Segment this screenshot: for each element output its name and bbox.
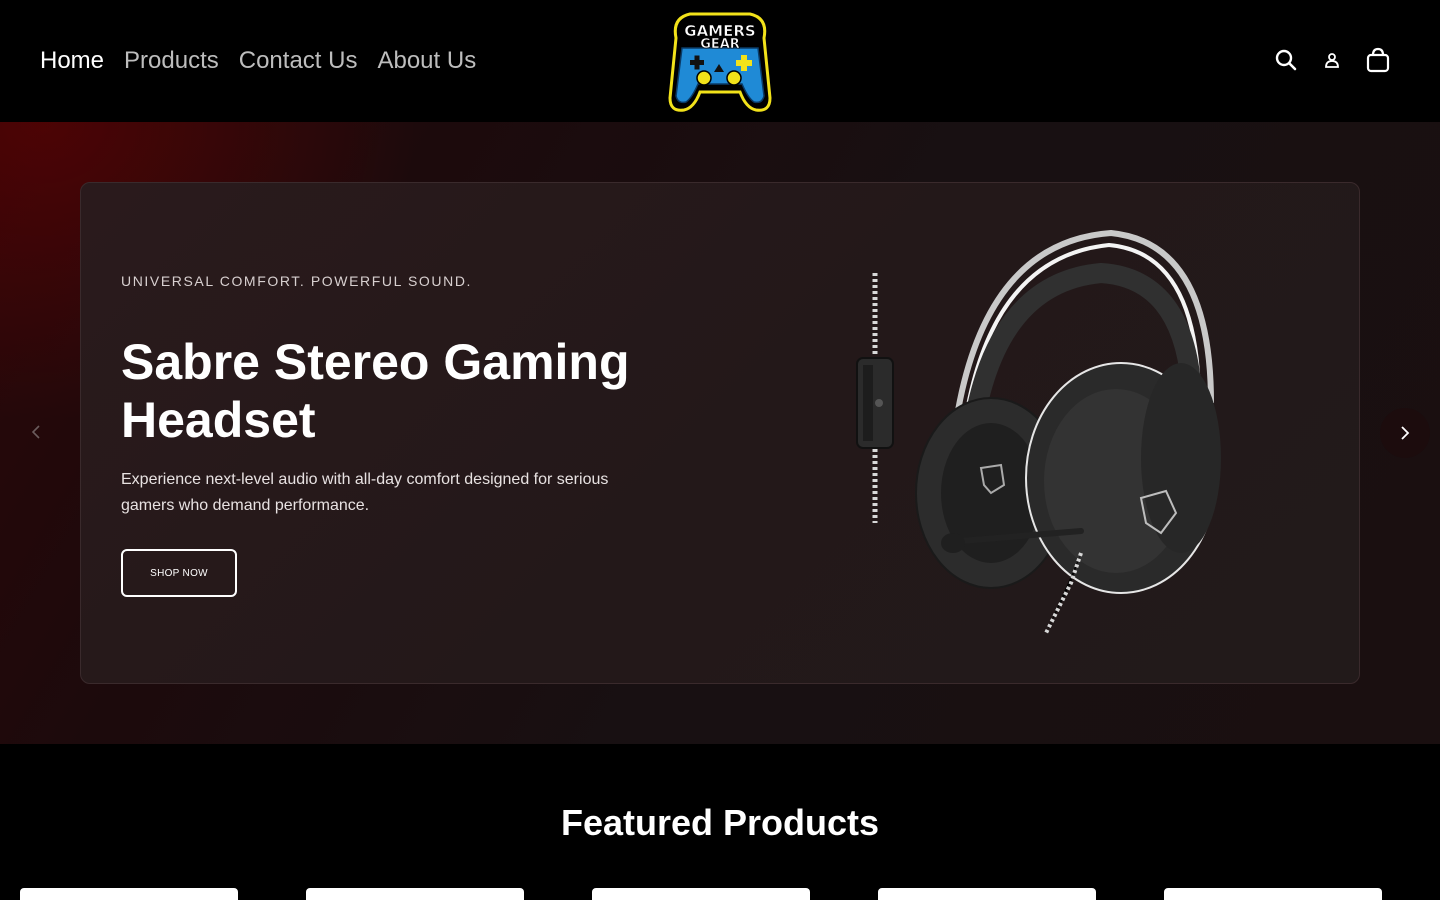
product-card[interactable] [878,888,1096,900]
product-card[interactable] [1164,888,1382,900]
site-header: Home Products Contact Us About Us GAMERS… [0,0,1440,122]
main-nav: Home Products Contact Us About Us [40,44,476,78]
cart-icon[interactable] [1364,46,1392,74]
hero-banner: UNIVERSAL COMFORT. POWERFUL SOUND. Sabre… [0,122,1440,744]
featured-products-title: Featured Products [560,802,880,843]
nav-link-contact-us[interactable]: Contact Us [239,44,358,78]
headset-product-image [841,223,1241,643]
gamersgear-logo[interactable]: GAMERS GEAR [666,8,774,114]
account-icon[interactable] [1318,46,1346,74]
header-icons [1272,46,1392,74]
hero-description: Experience next-level audio with all-day… [121,471,609,514]
nav-link-home[interactable]: Home [40,44,104,78]
nav-link-about-us[interactable]: About Us [377,44,476,78]
hero-slide: UNIVERSAL COMFORT. POWERFUL SOUND. Sabre… [80,182,1360,684]
slide-prev-button[interactable] [22,410,50,454]
product-card[interactable] [20,888,238,900]
slide-next-button[interactable] [1380,408,1430,458]
product-card[interactable] [592,888,810,900]
product-card[interactable] [306,888,524,900]
hero-title: Sabre Stereo Gaming Headset [121,334,630,448]
nav-link-products[interactable]: Products [124,44,219,78]
hero-eyebrow: UNIVERSAL COMFORT. POWERFUL SOUND. [121,273,473,289]
svg-text:GEAR: GEAR [700,37,740,52]
shop-now-button[interactable]: SHOP NOW [121,549,237,597]
search-icon[interactable] [1272,46,1300,74]
